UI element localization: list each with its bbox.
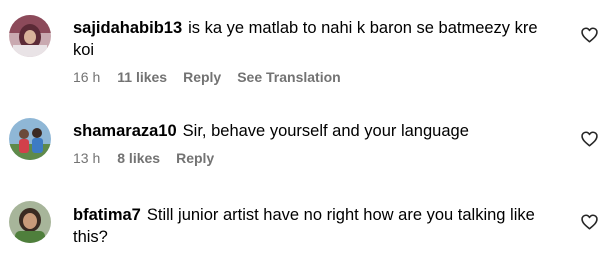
reply-button[interactable]: Reply <box>183 68 221 86</box>
avatar[interactable] <box>9 15 51 57</box>
comment-text: Still junior artist have no right how ar… <box>73 206 535 246</box>
heart-icon[interactable] <box>581 131 598 147</box>
comment-meta: 16 h 11 likes Reply See Translation <box>73 68 563 86</box>
comment-text-block: sajidahabib13 is ka ye matlab to nahi k b… <box>73 17 563 61</box>
heart-icon[interactable] <box>581 27 598 43</box>
username[interactable]: sajidahabib13 <box>73 19 182 37</box>
likes-count[interactable]: 11 likes <box>117 68 167 86</box>
see-translation-button[interactable]: See Translation <box>237 68 340 86</box>
comment-content: bfatima7 Still junior artist have no righ… <box>73 204 563 248</box>
comment-content: shamaraza10 Sir, behave yourself and your… <box>73 120 563 167</box>
reply-button[interactable]: Reply <box>176 149 214 167</box>
avatar[interactable] <box>9 201 51 243</box>
username[interactable]: bfatima7 <box>73 206 141 224</box>
comment-text: Sir, behave yourself and your language <box>182 122 469 140</box>
comment-content: sajidahabib13 is ka ye matlab to nahi k b… <box>73 17 563 86</box>
heart-icon[interactable] <box>581 214 598 230</box>
comment-text-block: shamaraza10 Sir, behave yourself and your… <box>73 120 563 142</box>
timestamp[interactable]: 13 h <box>73 149 100 167</box>
avatar[interactable] <box>9 118 51 160</box>
comment-text-block: bfatima7 Still junior artist have no righ… <box>73 204 563 248</box>
comment-meta: 13 h 8 likes Reply <box>73 149 563 167</box>
username[interactable]: shamaraza10 <box>73 122 177 140</box>
likes-count[interactable]: 8 likes <box>117 149 160 167</box>
timestamp[interactable]: 16 h <box>73 68 100 86</box>
